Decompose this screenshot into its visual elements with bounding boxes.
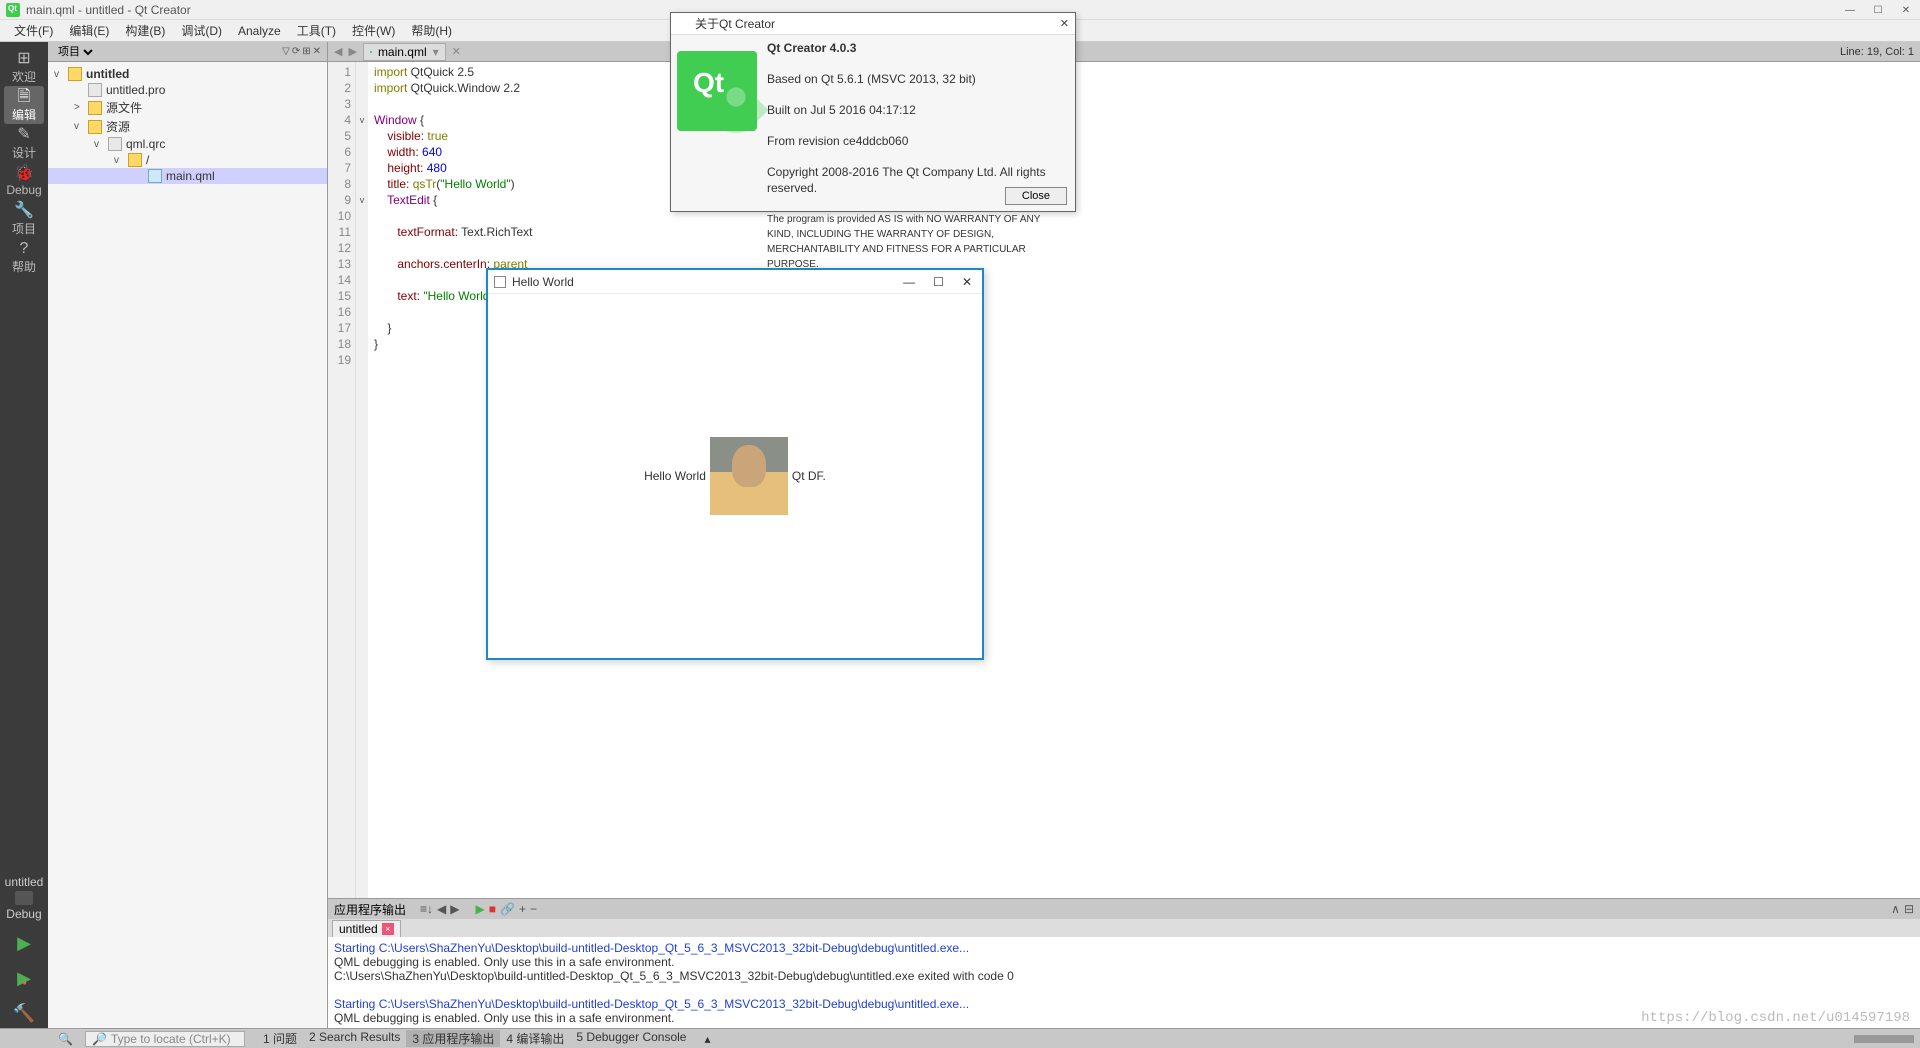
menu-item[interactable]: 文件(F) — [6, 20, 61, 41]
tree-item[interactable]: >源文件 — [48, 98, 327, 117]
about-close-button[interactable]: Close — [1005, 187, 1067, 205]
monitor-icon — [15, 891, 33, 905]
sidebar-view-select[interactable]: 项目 — [54, 45, 96, 59]
about-disclaimer: The program is provided AS IS with NO WA… — [767, 214, 1040, 270]
about-dialog: 关于Qt Creator ✕ Qt Creator 4.0.3 Based on… — [670, 12, 1076, 212]
locator-icon[interactable]: 🔍 — [58, 1032, 73, 1046]
nav-back-icon[interactable]: ◀ — [334, 45, 342, 58]
qt-logo — [677, 51, 757, 131]
menu-item[interactable]: 调试(D) — [173, 20, 230, 41]
cursor-position: Line: 19, Col: 1 — [1840, 46, 1914, 58]
about-revision: From revision ce4ddcb060 — [767, 134, 908, 148]
close-doc-icon[interactable]: ✕ — [452, 45, 461, 58]
build-button[interactable]: 🔨 — [13, 1003, 35, 1024]
close-icon[interactable]: × — [382, 923, 394, 935]
menu-item[interactable]: 控件(W) — [344, 20, 403, 41]
window-controls: — ☐ ✕ — [1836, 0, 1920, 20]
menu-item[interactable]: 帮助(H) — [403, 20, 460, 41]
mode-欢迎[interactable]: ⊞欢迎 — [4, 48, 44, 86]
about-based: Based on Qt 5.6.1 (MSVC 2013, 32 bit) — [767, 72, 976, 86]
statusbar: 🔍 🔎Type to locate (Ctrl+K) 1 问题2 Search … — [0, 1028, 1920, 1048]
maximize-button[interactable]: ☐ — [1864, 0, 1892, 20]
tree-item[interactable]: vuntitled — [48, 66, 327, 82]
app-icon — [494, 276, 506, 288]
status-tab[interactable]: 2 Search Results — [303, 1030, 406, 1047]
output-tab[interactable]: untitled× — [332, 920, 401, 937]
run-debug-button[interactable]: ▶● — [17, 968, 31, 989]
output-filter-icon[interactable]: ≡↓ — [420, 902, 433, 916]
output-up-icon[interactable]: ∧ — [1891, 902, 1900, 916]
close-button[interactable]: ✕ — [1892, 0, 1920, 20]
output-close-icon[interactable]: ⊟ — [1904, 902, 1914, 916]
output-prev-icon[interactable]: ◀ — [437, 902, 446, 916]
tree-item[interactable]: untitled.pro — [48, 82, 327, 98]
avatar-image — [710, 437, 788, 515]
watermark: https://blog.csdn.net/u014597198 — [1641, 1010, 1910, 1026]
mode-帮助[interactable]: ?帮助 — [4, 238, 44, 276]
qt-icon — [6, 3, 20, 17]
run-button[interactable]: ▶ — [17, 933, 31, 954]
output-panel: 应用程序输出 ≡↓ ◀ ▶ ▶ ■ 🔗 + − ∧ ⊟ — [328, 898, 1920, 1028]
progress-bar — [1854, 1035, 1914, 1043]
editor-toolbar: ◀ ▶ main.qml ▾ ✕ Line: 19, Col: 1 — [328, 42, 1920, 62]
sidebar-header: 项目 ▽ ⟳ ⊞ ✕ — [48, 42, 327, 62]
mode-编辑[interactable]: 🗎编辑 — [4, 86, 44, 124]
tree-item[interactable]: main.qml — [48, 168, 327, 184]
about-copyright: Copyright 2008-2016 The Qt Company Ltd. … — [767, 165, 1046, 195]
locator-input[interactable]: 🔎Type to locate (Ctrl+K) — [85, 1031, 245, 1047]
sync-icon[interactable]: ⟳ — [292, 46, 300, 57]
split-icon[interactable]: ⊞ — [302, 46, 310, 57]
qml-icon — [370, 51, 372, 53]
status-tab[interactable]: 5 Debugger Console — [570, 1030, 692, 1047]
status-menu-icon[interactable]: ▴ — [704, 1032, 710, 1046]
output-rerun-icon[interactable]: ▶ — [476, 902, 485, 916]
hello-world-window: Hello World — ☐ ✕ Hello World Qt DF. — [486, 268, 984, 660]
minimize-button[interactable]: — — [1836, 0, 1864, 20]
mode-项目[interactable]: 🔧项目 — [4, 200, 44, 238]
output-stop-icon[interactable]: ■ — [489, 902, 496, 916]
about-built: Built on Jul 5 2016 04:17:12 — [767, 103, 916, 117]
mode-设计[interactable]: ✎设计 — [4, 124, 44, 162]
hello-title: Hello World — [512, 275, 574, 289]
mode-Debug[interactable]: 🐞Debug — [4, 162, 44, 200]
output-attach-icon[interactable]: 🔗 — [500, 902, 515, 916]
tree-item[interactable]: v资源 — [48, 117, 327, 136]
menu-item[interactable]: 构建(B) — [117, 20, 173, 41]
output-title: 应用程序输出 — [334, 901, 406, 918]
output-remove-icon[interactable]: − — [530, 902, 537, 916]
nav-fwd-icon[interactable]: ▶ — [348, 45, 356, 58]
status-tab[interactable]: 1 问题 — [257, 1030, 303, 1047]
filter-icon[interactable]: ▽ — [282, 46, 290, 57]
project-tree[interactable]: vuntitleduntitled.pro>源文件v资源vqml.qrcv/ma… — [48, 62, 327, 188]
open-file-dropdown[interactable]: main.qml ▾ — [363, 43, 446, 61]
qt-icon — [677, 18, 689, 30]
hello-text-right[interactable]: Qt DF. — [792, 469, 826, 483]
about-close-icon[interactable]: ✕ — [1060, 17, 1069, 30]
project-sidebar: 项目 ▽ ⟳ ⊞ ✕ vuntitleduntitled.pro>源文件v资源v… — [48, 42, 328, 1028]
status-tab[interactable]: 4 编译输出 — [500, 1030, 570, 1047]
output-next-icon[interactable]: ▶ — [450, 902, 459, 916]
status-tab[interactable]: 3 应用程序输出 — [406, 1030, 500, 1047]
tree-item[interactable]: vqml.qrc — [48, 136, 327, 152]
hello-text-left[interactable]: Hello World — [644, 469, 706, 483]
menu-item[interactable]: 编辑(E) — [61, 20, 117, 41]
menu-item[interactable]: Analyze — [230, 22, 289, 40]
close-pane-icon[interactable]: ✕ — [313, 46, 321, 57]
output-add-icon[interactable]: + — [519, 902, 526, 916]
tree-item[interactable]: v/ — [48, 152, 327, 168]
about-heading: Qt Creator 4.0.3 — [767, 41, 856, 55]
kit-selector[interactable]: untitled Debug — [3, 873, 46, 923]
window-title: main.qml - untitled - Qt Creator — [26, 3, 191, 17]
about-title: 关于Qt Creator — [695, 15, 775, 32]
menu-item[interactable]: 工具(T) — [289, 20, 344, 41]
mode-sidebar: ⊞欢迎🗎编辑✎设计🐞Debug🔧项目?帮助 untitled Debug ▶ ▶… — [0, 42, 48, 1028]
